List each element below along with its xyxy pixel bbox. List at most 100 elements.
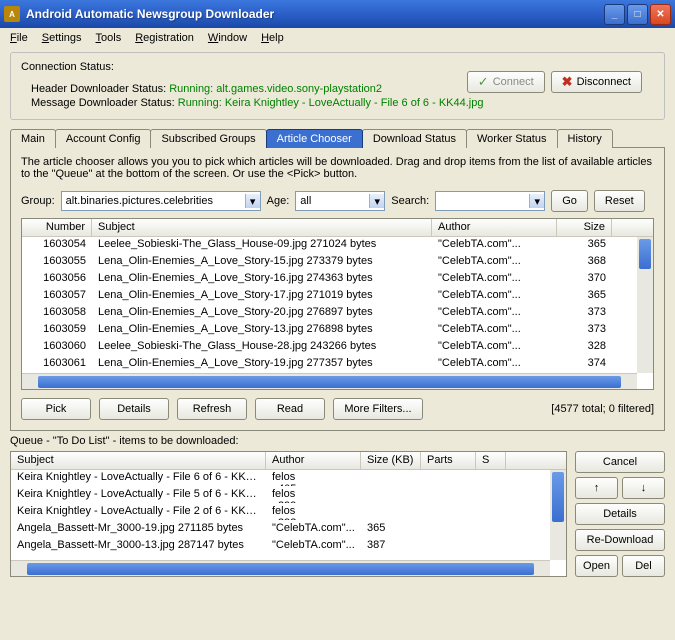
queue-title: Queue - "To Do List" - items to be downl… <box>10 435 665 447</box>
pick-button[interactable]: Pick <box>21 398 91 420</box>
age-label: Age: <box>267 195 290 207</box>
qcell-author: "CelebTA.com"... <box>266 522 361 537</box>
header-status-value: Running: alt.games.video.sony-playstatio… <box>169 83 382 95</box>
qcell-size: 387 <box>361 539 421 554</box>
header-status-label: Header Downloader Status: <box>31 83 166 95</box>
menu-tools[interactable]: Tools <box>96 32 122 44</box>
qcol-author[interactable]: Author <box>266 452 361 469</box>
cell-size: 365 <box>557 238 612 253</box>
menu-help[interactable]: Help <box>261 32 284 44</box>
chevron-down-icon: ▾ <box>529 194 544 208</box>
search-combo[interactable]: ▾ <box>435 191 545 211</box>
table-row[interactable]: 1603057Lena_Olin-Enemies_A_Love_Story-17… <box>22 288 653 305</box>
search-label: Search: <box>391 195 429 207</box>
table-row[interactable]: Keira Knightley - LoveActually - File 5 … <box>11 487 566 504</box>
tab-main[interactable]: Main <box>10 129 56 148</box>
arrow-up-icon: ↑ <box>594 482 600 494</box>
age-combo[interactable]: all▾ <box>295 191 385 211</box>
chooser-help: The article chooser allows you you to pi… <box>21 156 654 180</box>
cell-author: "CelebTA.com"... <box>432 272 557 287</box>
cell-number: 1603058 <box>22 306 92 321</box>
open-button[interactable]: Open <box>575 555 618 577</box>
col-subject[interactable]: Subject <box>92 219 432 236</box>
col-author[interactable]: Author <box>432 219 557 236</box>
qvscroll[interactable] <box>550 470 566 560</box>
refresh-button[interactable]: Refresh <box>177 398 247 420</box>
chooser-panel: The article chooser allows you you to pi… <box>10 148 665 431</box>
qcol-status[interactable]: S <box>476 452 506 469</box>
qcell-size: 405 <box>272 483 332 486</box>
table-row[interactable]: 1603056Lena_Olin-Enemies_A_Love_Story-16… <box>22 271 653 288</box>
qcell-subject: Keira Knightley - LoveActually - File 5 … <box>11 488 266 503</box>
tab-history[interactable]: History <box>557 129 613 148</box>
tab-download-status[interactable]: Download Status <box>362 129 467 148</box>
hscroll[interactable] <box>22 373 637 389</box>
col-number[interactable]: Number <box>22 219 92 236</box>
more-filters-button[interactable]: More Filters... <box>333 398 423 420</box>
cell-number: 1603059 <box>22 323 92 338</box>
table-row[interactable]: Keira Knightley - LoveActually - File 2 … <box>11 504 566 521</box>
qcol-subject[interactable]: Subject <box>11 452 266 469</box>
queue-details-button[interactable]: Details <box>575 503 665 525</box>
move-up-button[interactable]: ↑ <box>575 477 618 499</box>
tab-article-chooser[interactable]: Article Chooser <box>266 129 363 148</box>
table-row[interactable]: 1603058Lena_Olin-Enemies_A_Love_Story-20… <box>22 305 653 322</box>
chevron-down-icon: ▾ <box>245 194 260 208</box>
cell-author: "CelebTA.com"... <box>432 340 557 355</box>
table-row[interactable]: Angela_Bassett-Mr_3000-19.jpg 271185 byt… <box>11 521 566 538</box>
qcol-parts[interactable]: Parts <box>421 452 476 469</box>
menu-settings[interactable]: Settings <box>42 32 82 44</box>
cell-author: "CelebTA.com"... <box>432 289 557 304</box>
cancel-button[interactable]: Cancel <box>575 451 665 473</box>
qcell-subject: Angela_Bassett-Mr_3000-13.jpg 287147 byt… <box>11 539 266 554</box>
vscroll[interactable] <box>637 237 653 373</box>
cell-subject: Lena_Olin-Enemies_A_Love_Story-19.jpg 27… <box>92 357 432 372</box>
table-row[interactable]: 1603055Lena_Olin-Enemies_A_Love_Story-15… <box>22 254 653 271</box>
table-row[interactable]: Keira Knightley - LoveActually - File 6 … <box>11 470 566 487</box>
reset-button[interactable]: Reset <box>594 190 645 212</box>
cell-size: 373 <box>557 323 612 338</box>
qcell-author: felos 4051/1 <box>266 471 361 486</box>
qcell-parts <box>421 539 476 554</box>
menu-registration[interactable]: Registration <box>135 32 194 44</box>
cell-author: "CelebTA.com"... <box>432 306 557 321</box>
table-row[interactable]: 1603059Lena_Olin-Enemies_A_Love_Story-13… <box>22 322 653 339</box>
close-button[interactable]: ✕ <box>650 4 671 25</box>
cell-subject: Lena_Olin-Enemies_A_Love_Story-20.jpg 27… <box>92 306 432 321</box>
cell-size: 374 <box>557 357 612 372</box>
group-combo[interactable]: alt.binaries.pictures.celebrities▾ <box>61 191 261 211</box>
connect-button[interactable]: ✓Connect <box>467 71 545 93</box>
window-title: Android Automatic Newsgroup Downloader <box>26 7 604 21</box>
read-button[interactable]: Read <box>255 398 325 420</box>
cell-subject: Lena_Olin-Enemies_A_Love_Story-13.jpg 27… <box>92 323 432 338</box>
articles-table: Number Subject Author Size 1603054Leelee… <box>21 218 654 390</box>
table-row[interactable]: 1603060Leelee_Sobieski-The_Glass_House-2… <box>22 339 653 356</box>
table-row[interactable]: Angela_Bassett-Mr_3000-13.jpg 287147 byt… <box>11 538 566 555</box>
qcol-size[interactable]: Size (KB) <box>361 452 421 469</box>
details-button[interactable]: Details <box>99 398 169 420</box>
connect-label: Connect <box>493 76 534 88</box>
menu-window[interactable]: Window <box>208 32 247 44</box>
qhscroll[interactable] <box>11 560 550 576</box>
tab-subscribed-groups[interactable]: Subscribed Groups <box>150 129 266 148</box>
tab-worker-status[interactable]: Worker Status <box>466 129 558 148</box>
col-size[interactable]: Size <box>557 219 612 236</box>
qcell-subject: Keira Knightley - LoveActually - File 6 … <box>11 471 266 486</box>
del-button[interactable]: Del <box>622 555 665 577</box>
tab-account-config[interactable]: Account Config <box>55 129 152 148</box>
disconnect-button[interactable]: ✖Disconnect <box>551 71 642 93</box>
qcell-status <box>476 522 506 537</box>
cell-number: 1603061 <box>22 357 92 372</box>
go-button[interactable]: Go <box>551 190 588 212</box>
redownload-button[interactable]: Re-Download <box>575 529 665 551</box>
menu-file[interactable]: File <box>10 32 28 44</box>
move-down-button[interactable]: ↓ <box>622 477 665 499</box>
cell-subject: Lena_Olin-Enemies_A_Love_Story-17.jpg 27… <box>92 289 432 304</box>
table-row[interactable]: 1603061Lena_Olin-Enemies_A_Love_Story-19… <box>22 356 653 373</box>
cell-number: 1603057 <box>22 289 92 304</box>
table-row[interactable]: 1603054Leelee_Sobieski-The_Glass_House-0… <box>22 237 653 254</box>
maximize-button[interactable]: □ <box>627 4 648 25</box>
minimize-button[interactable]: _ <box>604 4 625 25</box>
cell-size: 328 <box>557 340 612 355</box>
qcell-subject: Angela_Bassett-Mr_3000-19.jpg 271185 byt… <box>11 522 266 537</box>
